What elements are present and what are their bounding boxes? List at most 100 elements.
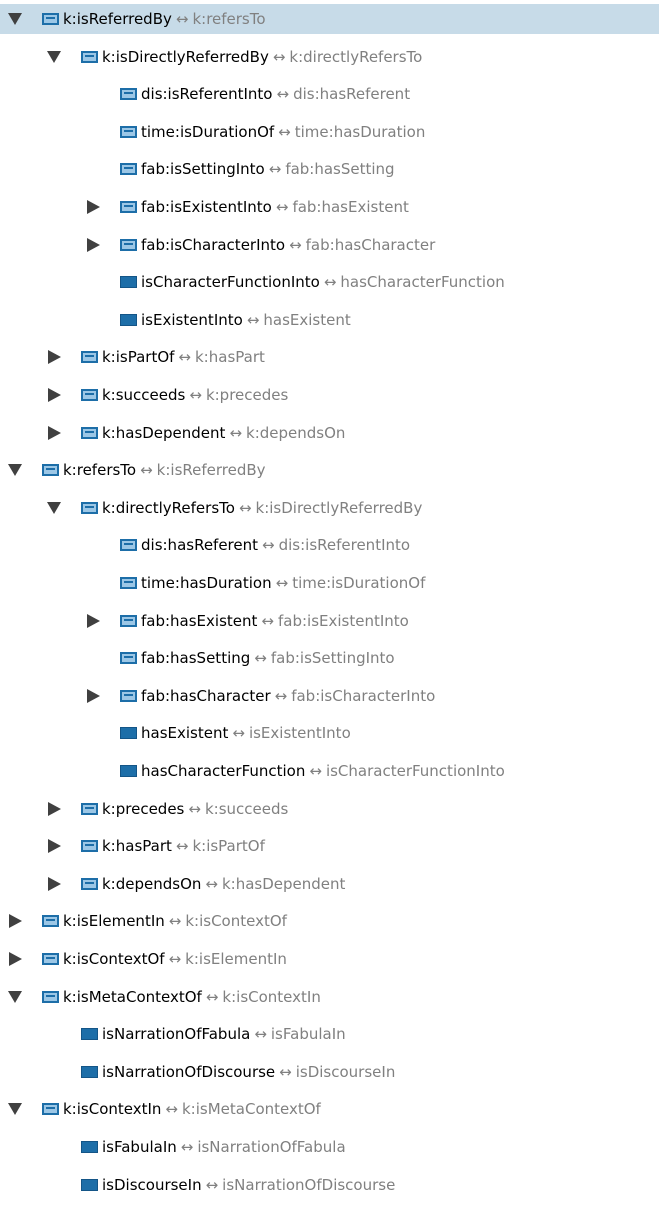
tree-node[interactable]: isDiscourseIn ↔ isNarrationOfDiscourse (0, 1170, 659, 1200)
tree-node[interactable]: fab:isCharacterInto ↔ fab:hasCharacter (0, 230, 659, 260)
triangle-right-icon[interactable] (48, 801, 61, 816)
tree-node[interactable]: k:dependsOn ↔ k:hasDependent (0, 869, 659, 899)
triangle-down-icon[interactable] (47, 50, 61, 63)
inverse-property-name: fab:hasSetting (285, 160, 395, 179)
inverse-property-name: fab:isCharacterInto (291, 686, 436, 705)
tree-node[interactable]: k:isDirectlyReferredBy ↔ k:directlyRefersT… (0, 42, 659, 72)
tree-node[interactable]: k:succeeds ↔ k:precedes (0, 380, 659, 410)
property-name: k:directlyRefersTo (102, 498, 235, 517)
triangle-right-icon[interactable] (87, 613, 100, 628)
inverse-arrow: ↔ (254, 649, 267, 668)
tree-node[interactable]: isCharacterFunctionInto ↔ hasCharacterFunc… (0, 267, 659, 297)
tree-node[interactable]: fab:hasExistent ↔ fab:isExistentInto (0, 606, 659, 636)
tree-node[interactable]: k:isPartOf ↔ k:hasPart (0, 342, 659, 372)
object-property-icon (81, 501, 98, 514)
object-property-icon (42, 13, 59, 25)
inverse-property-name: dis:hasReferent (293, 85, 411, 104)
inverse-property-name: k:hasDependent (221, 874, 346, 893)
triangle-down-icon[interactable] (8, 464, 22, 477)
triangle-right-icon[interactable] (48, 350, 61, 365)
inverse-property-name: fab:isSettingInto (270, 649, 395, 668)
tree-node[interactable]: time:isDurationOf ↔ time:hasDuration (0, 117, 659, 147)
inverse-property-name: isFabulaIn (270, 1025, 346, 1044)
property-name: isCharacterFunctionInto (141, 273, 320, 292)
inverse-property-name: k:isElementIn (185, 950, 287, 968)
property-name: k:isDirectlyReferredBy (102, 47, 269, 66)
inverse-property-name: isNarrationOfFabula (197, 1138, 346, 1156)
property-name: k:refersTo (63, 461, 137, 480)
tree-node[interactable]: k:isContextOf ↔ k:isElementIn (0, 944, 659, 974)
tree-node[interactable]: k:isElementIn ↔ k:isContextOf (0, 906, 659, 936)
property-solid-icon (120, 727, 137, 740)
inverse-property-name: fab:isExistentInto (277, 611, 409, 630)
property-name: isDiscourseIn (102, 1175, 202, 1194)
property-name: time:hasDuration (141, 574, 272, 592)
triangle-right-icon[interactable] (9, 952, 22, 966)
inverse-arrow: ↔ (189, 386, 202, 404)
tree-node[interactable]: isNarrationOfFabula ↔ isFabulaIn (0, 1019, 659, 1049)
inverse-property-name: isExistentInto (248, 724, 351, 743)
triangle-right-icon[interactable] (87, 237, 100, 252)
object-property-icon (120, 614, 137, 627)
tree-node[interactable]: isFabulaIn ↔ isNarrationOfFabula (0, 1132, 659, 1162)
tree-node[interactable]: time:hasDuration ↔ time:isDurationOf (0, 568, 659, 598)
tree-node[interactable]: fab:hasSetting ↔ fab:isSettingInto (0, 643, 659, 673)
inverse-property-name: fab:hasCharacter (305, 235, 436, 254)
inverse-property-name: k:directlyRefersTo (289, 47, 423, 66)
tree-node[interactable]: dis:isReferentInto ↔ dis:hasReferent (0, 79, 659, 109)
triangle-down-icon[interactable] (47, 501, 61, 514)
tree-node[interactable]: k:isMetaContextOf ↔ k:isContextIn (0, 982, 659, 1012)
triangle-right-icon[interactable] (48, 388, 61, 402)
property-solid-icon (120, 276, 137, 289)
property-name: k:hasPart (102, 837, 172, 856)
object-property-icon (120, 577, 137, 589)
triangle-down-icon[interactable] (8, 13, 22, 25)
inverse-property-name: isNarrationOfDiscourse (222, 1175, 396, 1194)
tree-node[interactable]: hasExistent ↔ isExistentInto (0, 718, 659, 748)
tree-node[interactable]: isExistentInto ↔ hasExistent (0, 305, 659, 335)
tree-node[interactable]: k:directlyRefersTo ↔ k:isDirectlyReferredB… (0, 493, 659, 523)
triangle-right-icon[interactable] (48, 839, 61, 854)
property-name: fab:hasSetting (141, 649, 251, 668)
tree-node[interactable]: k:precedes ↔ k:succeeds (0, 794, 659, 824)
inverse-property-name: k:isPartOf (192, 837, 265, 856)
object-property-icon (120, 689, 137, 702)
tree-node[interactable]: k:isReferredBy ↔ k:refersTo (0, 4, 659, 34)
tree-node[interactable]: fab:hasCharacter ↔ fab:isCharacterInto (0, 681, 659, 711)
object-property-icon (81, 50, 98, 63)
property-name: hasExistent (141, 724, 229, 743)
inverse-arrow: ↔ (323, 273, 337, 292)
property-name: k:isContextIn (63, 1100, 162, 1119)
object-property-icon (81, 840, 98, 853)
triangle-right-icon[interactable] (48, 876, 61, 891)
property-name: k:isElementIn (63, 912, 165, 931)
inverse-arrow: ↔ (272, 47, 286, 66)
tree-node[interactable]: fab:isSettingInto ↔ fab:hasSetting (0, 154, 659, 184)
triangle-down-icon[interactable] (8, 990, 22, 1003)
object-property-icon (81, 426, 98, 439)
inverse-arrow: ↔ (175, 837, 189, 856)
tree-node[interactable]: k:isContextIn ↔ k:isMetaContextOf (0, 1094, 659, 1124)
object-property-icon (42, 915, 59, 928)
property-name: dis:hasReferent (141, 536, 259, 555)
tree-node[interactable]: hasCharacterFunction ↔ isCharacterFunction… (0, 756, 659, 786)
object-property-icon (81, 389, 98, 401)
tree-node[interactable]: isNarrationOfDiscourse ↔ isDiscourseIn (0, 1057, 659, 1087)
tree-node[interactable]: k:refersTo ↔ k:isReferredBy (0, 455, 659, 485)
triangle-right-icon[interactable] (48, 425, 61, 440)
property-name: k:succeeds (102, 386, 186, 404)
triangle-right-icon[interactable] (87, 688, 100, 703)
tree-node[interactable]: k:hasDependent ↔ k:dependsOn (0, 418, 659, 448)
inverse-arrow: ↔ (262, 536, 275, 555)
tree-node[interactable]: dis:hasReferent ↔ dis:isReferentInto (0, 530, 659, 560)
triangle-right-icon[interactable] (87, 200, 100, 214)
triangle-down-icon[interactable] (8, 1103, 22, 1116)
triangle-right-icon[interactable] (9, 914, 22, 929)
tree-node[interactable]: k:hasPart ↔ k:isPartOf (0, 831, 659, 861)
inverse-property-name: k:precedes (205, 386, 289, 404)
property-name: fab:isExistentInto (141, 198, 272, 216)
inverse-arrow: ↔ (180, 1138, 194, 1156)
inverse-property-name: k:succeeds (204, 799, 289, 818)
property-name: hasCharacterFunction (141, 762, 306, 780)
tree-node[interactable]: fab:isExistentInto ↔ fab:hasExistent (0, 192, 659, 222)
